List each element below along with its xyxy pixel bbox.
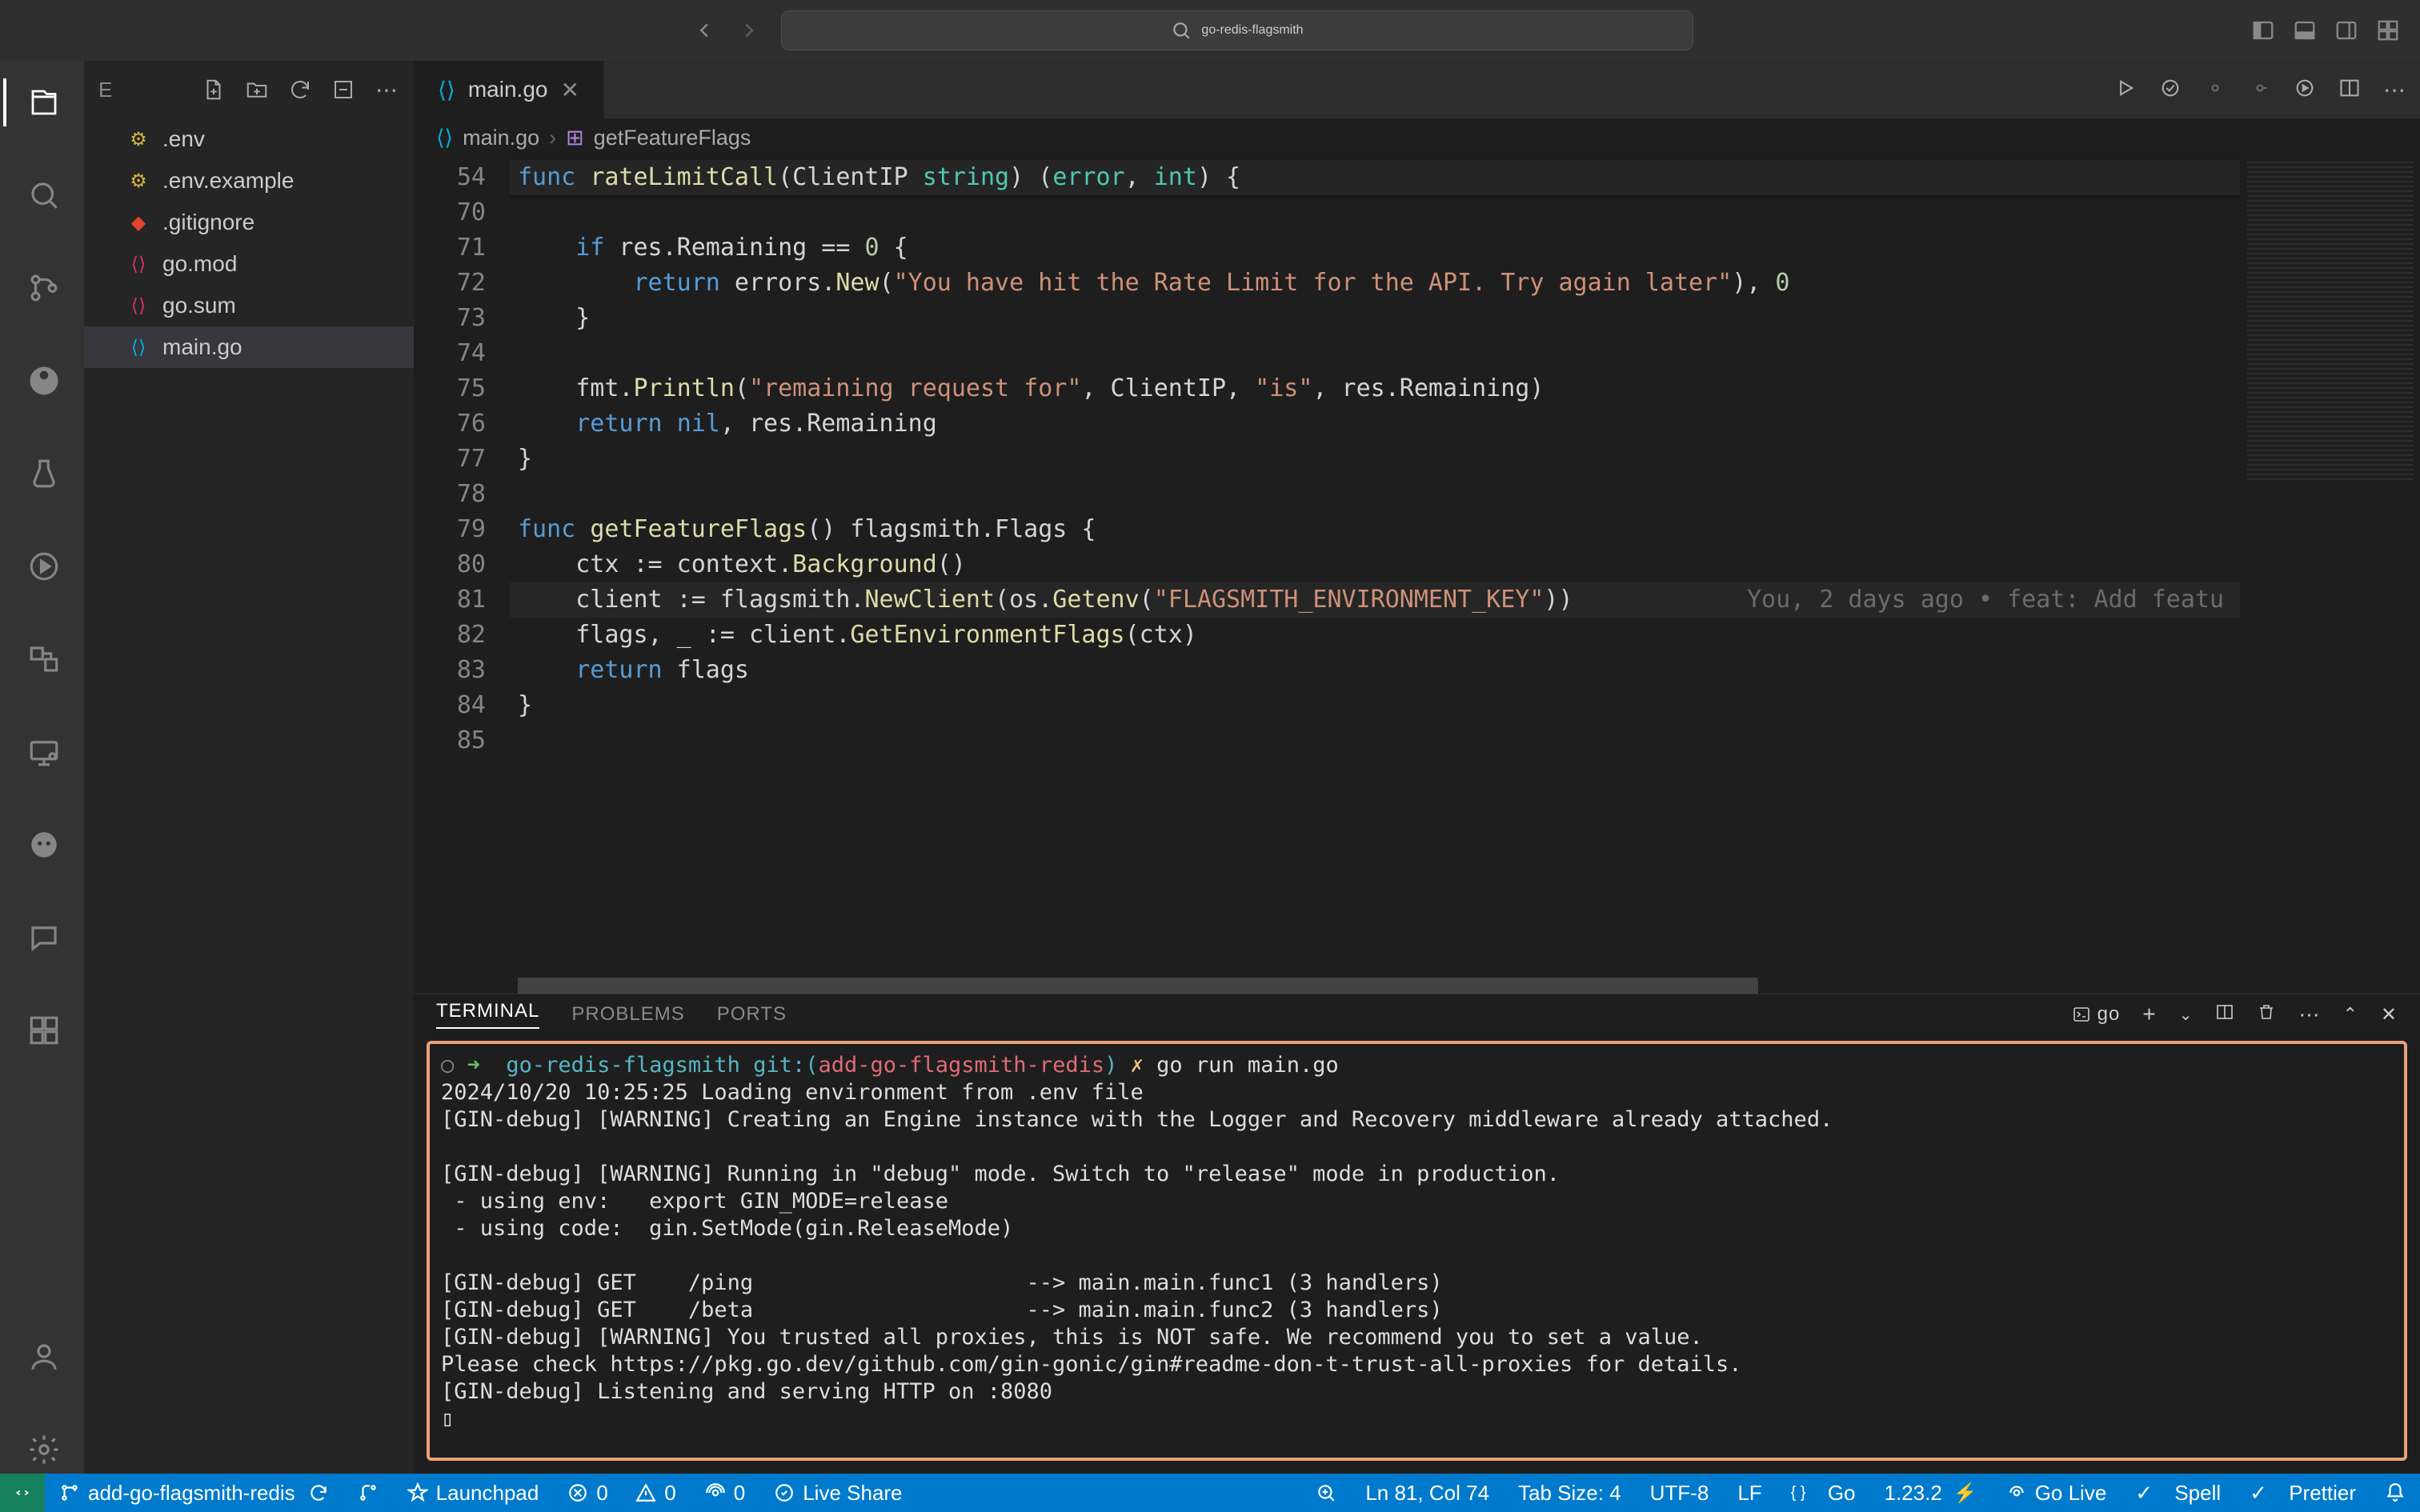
command-center-text: go-redis-flagsmith xyxy=(1201,23,1303,38)
activity-gitlens[interactable] xyxy=(3,357,84,405)
next-change-icon[interactable] xyxy=(2249,77,2271,103)
activity-search[interactable] xyxy=(3,171,84,219)
file-gitignore[interactable]: ◆.gitignore xyxy=(84,202,414,243)
editor-more-icon[interactable]: ⋯ xyxy=(2383,77,2406,103)
tab-maingo[interactable]: ⟨⟩ main.go ✕ xyxy=(414,61,604,118)
activity-account[interactable] xyxy=(3,1333,84,1381)
status-problems[interactable]: 0 0 xyxy=(553,1474,690,1512)
status-remote[interactable] xyxy=(0,1474,45,1512)
status-zoom[interactable] xyxy=(1301,1474,1351,1512)
minimap[interactable] xyxy=(2240,157,2420,978)
activity-bar xyxy=(0,61,84,1474)
collapse-icon[interactable] xyxy=(331,77,356,102)
code-editor[interactable]: 5470717273747576777879808182838485 func … xyxy=(414,157,2420,978)
nav-forward-icon[interactable] xyxy=(736,18,762,43)
terminal-more-icon[interactable]: ⋯ xyxy=(2298,1002,2320,1027)
tab-label: main.go xyxy=(468,77,548,102)
explorer-panel: E ⋯ ⚙.env ⚙.env.example ◆.gitignore ⟨⟩go… xyxy=(84,61,414,1474)
file-gosum[interactable]: ⟨⟩go.sum xyxy=(84,285,414,326)
status-graph[interactable] xyxy=(343,1474,393,1512)
status-liveshare[interactable]: Live Share xyxy=(759,1474,916,1512)
activity-settings[interactable] xyxy=(3,1426,84,1474)
tab-close-icon[interactable]: ✕ xyxy=(560,77,579,103)
prev-change-icon[interactable] xyxy=(2204,77,2226,103)
terminal-trash-icon[interactable] xyxy=(2257,1002,2276,1027)
file-label: .env.example xyxy=(162,168,294,194)
status-prettier[interactable]: ✓ Prettier xyxy=(2235,1474,2370,1512)
breadcrumb-file: main.go xyxy=(463,126,539,150)
new-folder-icon[interactable] xyxy=(244,77,270,102)
status-eol[interactable]: LF xyxy=(1723,1474,1776,1512)
file-maingo[interactable]: ⟨⟩main.go xyxy=(84,326,414,368)
file-label: .gitignore xyxy=(162,210,254,235)
activity-explorer[interactable] xyxy=(3,78,84,126)
horizontal-scrollbar[interactable] xyxy=(414,978,2420,994)
status-lang[interactable]: { } Go xyxy=(1777,1474,1870,1512)
status-gover[interactable]: 1.23.2⚡ xyxy=(1870,1474,1992,1512)
status-launchpad[interactable]: Launchpad xyxy=(393,1474,554,1512)
title-bar: go-redis-flagsmith xyxy=(0,0,2420,61)
command-center[interactable]: go-redis-flagsmith xyxy=(781,10,1693,50)
file-env[interactable]: ⚙.env xyxy=(84,118,414,160)
layout-secondary-side-icon[interactable] xyxy=(2334,18,2359,43)
refresh-icon[interactable] xyxy=(287,77,313,102)
file-label: go.mod xyxy=(162,251,237,277)
file-label: main.go xyxy=(162,334,242,360)
status-branch[interactable]: add-go-flagsmith-redis xyxy=(45,1474,343,1512)
file-list: ⚙.env ⚙.env.example ◆.gitignore ⟨⟩go.mod… xyxy=(84,118,414,368)
layout-primary-side-icon[interactable] xyxy=(2250,18,2276,43)
go-back-changes-icon[interactable] xyxy=(2159,77,2182,103)
activity-copilot[interactable] xyxy=(3,821,84,869)
panel-tab-ports[interactable]: PORTS xyxy=(717,1003,787,1026)
activity-vm[interactable] xyxy=(3,728,84,776)
split-editor-icon[interactable] xyxy=(2338,77,2361,103)
status-spell[interactable]: ✓ Spell xyxy=(2121,1474,2235,1512)
status-ports[interactable]: 0 xyxy=(691,1474,759,1512)
status-golive[interactable]: Go Live xyxy=(1992,1474,2122,1512)
terminal-shell-icon[interactable]: go xyxy=(2072,1003,2121,1026)
terminal-output[interactable]: ○ ➜ go-redis-flagsmith git:(add-go-flags… xyxy=(427,1041,2407,1461)
nav-back-icon[interactable] xyxy=(691,18,717,43)
status-tabsize[interactable]: Tab Size: 4 xyxy=(1504,1474,1636,1512)
terminal-dropdown-icon[interactable]: ⌄ xyxy=(2179,1005,2194,1025)
layout-customize-icon[interactable] xyxy=(2375,18,2401,43)
activity-run[interactable] xyxy=(3,542,84,590)
panel-tab-terminal[interactable]: TERMINAL xyxy=(436,1000,539,1029)
terminal-close-icon[interactable]: ✕ xyxy=(2381,1003,2398,1026)
panel-tab-problems[interactable]: PROBLEMS xyxy=(571,1003,684,1026)
layout-panel-icon[interactable] xyxy=(2292,18,2318,43)
terminal-split-icon[interactable] xyxy=(2215,1002,2234,1027)
more-icon[interactable]: ⋯ xyxy=(374,77,399,102)
activity-extensions[interactable] xyxy=(3,1006,84,1054)
file-label: go.sum xyxy=(162,293,236,318)
breadcrumb-symbol: getFeatureFlags xyxy=(594,126,751,150)
breadcrumb[interactable]: ⟨⟩ main.go › ⊞ getFeatureFlags xyxy=(414,118,2420,157)
activity-scm[interactable] xyxy=(3,264,84,312)
status-cursor[interactable]: Ln 81, Col 74 xyxy=(1351,1474,1504,1512)
new-file-icon[interactable] xyxy=(201,77,226,102)
activity-chat[interactable] xyxy=(3,914,84,962)
terminal-max-icon[interactable]: ⌃ xyxy=(2342,1004,2358,1025)
bottom-panel: TERMINAL PROBLEMS PORTS go + ⌄ ⋯ ⌃ ✕ xyxy=(414,994,2420,1474)
editor-group: ⟨⟩ main.go ✕ ⋯ ⟨⟩ main.go › ⊞ xyxy=(414,61,2420,1474)
file-env-example[interactable]: ⚙.env.example xyxy=(84,160,414,202)
explorer-header-label: E xyxy=(98,78,112,102)
activity-remote[interactable] xyxy=(3,635,84,683)
debug-icon[interactable] xyxy=(2294,77,2316,103)
status-encoding[interactable]: UTF-8 xyxy=(1636,1474,1724,1512)
file-label: .env xyxy=(162,126,205,152)
tab-bar: ⟨⟩ main.go ✕ ⋯ xyxy=(414,61,2420,118)
activity-testing[interactable] xyxy=(3,450,84,498)
run-icon[interactable] xyxy=(2114,77,2137,103)
file-gomod[interactable]: ⟨⟩go.mod xyxy=(84,243,414,285)
status-bar: add-go-flagsmith-redis Launchpad 0 0 0 L… xyxy=(0,1474,2420,1512)
status-bell[interactable] xyxy=(2370,1474,2420,1512)
terminal-new-icon[interactable]: + xyxy=(2142,1002,2156,1027)
